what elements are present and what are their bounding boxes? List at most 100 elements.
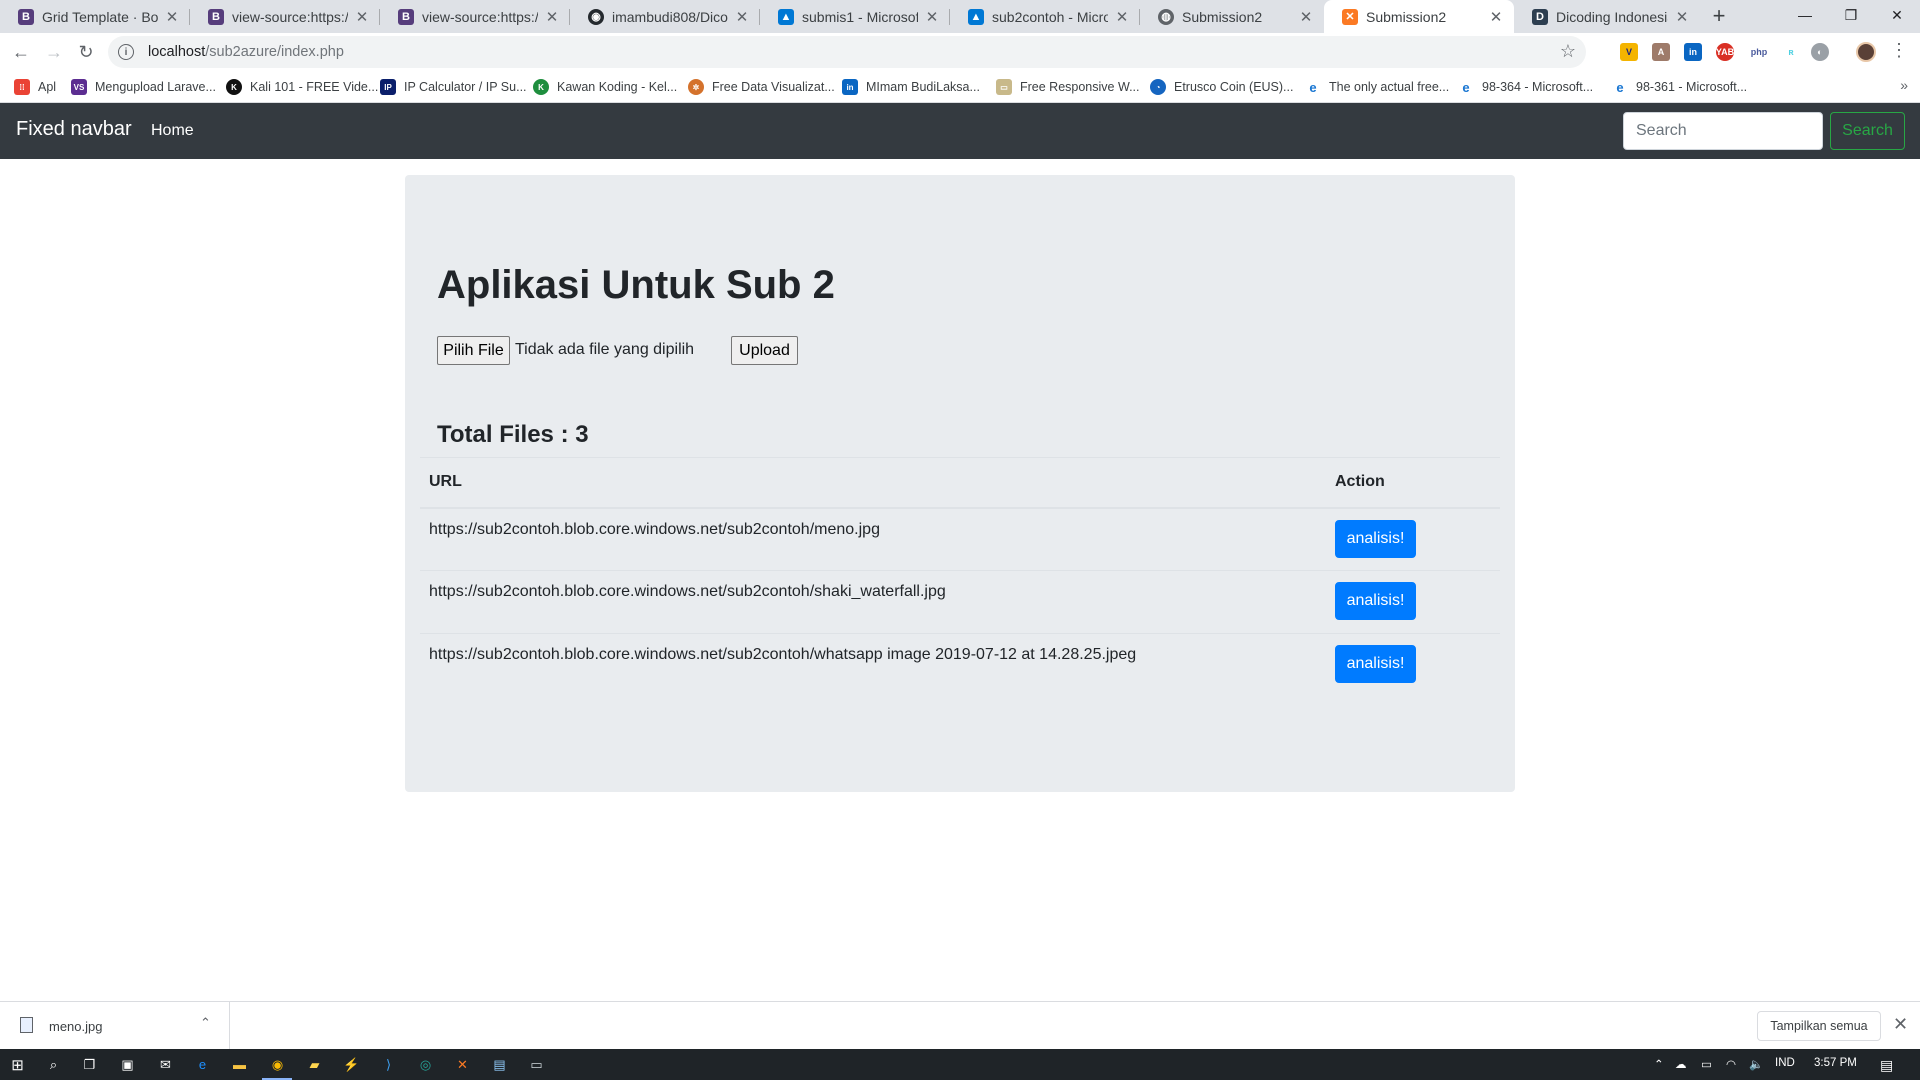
nav-link-home[interactable]: Home xyxy=(151,122,194,140)
minimize-icon[interactable]: — xyxy=(1782,0,1828,33)
navbar-brand[interactable]: Fixed navbar xyxy=(16,118,132,141)
tray-chevron-icon[interactable]: ⌃ xyxy=(1654,1057,1664,1071)
tab-3[interactable]: ◉ imambudi808/Dicoding ✕ xyxy=(570,0,760,33)
close-shelf-icon[interactable]: ✕ xyxy=(1893,1014,1908,1035)
show-all-downloads-button[interactable]: Tampilkan semua xyxy=(1757,1011,1881,1041)
close-icon[interactable]: ✕ xyxy=(1114,8,1130,26)
language-indicator[interactable]: IND xyxy=(1775,1057,1795,1069)
download-item[interactable]: meno.jpg ⌃ xyxy=(0,1002,230,1049)
battery-icon[interactable]: ▭ xyxy=(1701,1057,1712,1071)
bookmark-4[interactable]: K Kawan Koding - Kel... xyxy=(533,78,677,96)
close-icon[interactable]: ✕ xyxy=(734,8,750,26)
linkedin-extension-icon[interactable]: in xyxy=(1684,43,1702,61)
bookmark-10[interactable]: e 98-364 - Microsoft... xyxy=(1458,78,1593,96)
bookmark-3[interactable]: IP IP Calculator / IP Su... xyxy=(380,78,527,96)
notifications-icon[interactable]: ▤ xyxy=(1880,1057,1893,1074)
close-icon[interactable]: ✕ xyxy=(544,8,560,26)
menu-kebab-icon[interactable]: ⋮ xyxy=(1890,40,1908,61)
column-header-url: URL xyxy=(420,457,1326,509)
upload-button[interactable]: Upload xyxy=(731,336,798,365)
bookmark-1[interactable]: VS Mengupload Larave... xyxy=(71,78,216,96)
store-icon[interactable]: ▣ xyxy=(118,1055,137,1074)
close-icon[interactable]: ✕ xyxy=(924,8,940,26)
pdf-extension-icon[interactable]: A xyxy=(1652,43,1670,61)
wifi-icon[interactable]: ◠ xyxy=(1726,1057,1736,1071)
choose-file-button[interactable]: Pilih File xyxy=(437,336,510,365)
tab-strip: B Grid Template · Bootstr ✕ B view-sourc… xyxy=(0,0,1920,33)
close-icon[interactable]: ✕ xyxy=(354,8,370,26)
tab-8[interactable]: D Dicoding Indonesia ✕ xyxy=(1514,0,1700,33)
search-button[interactable]: Search xyxy=(1830,112,1905,150)
yab-extension-icon[interactable]: YAB xyxy=(1716,43,1734,61)
task-view-icon[interactable]: ❐ xyxy=(80,1055,99,1074)
tab-7-active[interactable]: ✕ Submission2 ✕ xyxy=(1324,0,1514,33)
windows-taskbar: ⊞ ⌕ ❐ ▣ ✉ e ▬ ◉ ▰ ⚡ ⟩ ◎ ✕ ▤ ▭ ⌃ ☁ ▭ ◠ 🔈 … xyxy=(0,1049,1920,1080)
volume-icon[interactable]: 🔈 xyxy=(1749,1057,1763,1071)
bookmark-6[interactable]: in MImam BudiLaksa... xyxy=(842,78,980,96)
analyze-button[interactable]: analisis! xyxy=(1335,645,1416,683)
forward-icon[interactable]: → xyxy=(40,38,68,66)
back-icon[interactable]: ← xyxy=(7,38,35,66)
clock[interactable]: 3:57 PM xyxy=(1814,1057,1857,1069)
shield-extension-icon[interactable]: ◐ xyxy=(1811,43,1829,61)
tab-6[interactable]: ◍ Submission2 ✕ xyxy=(1140,0,1324,33)
examtopics-icon: e xyxy=(1612,79,1628,95)
bookmark-7[interactable]: ▭ Free Responsive W... xyxy=(996,78,1140,96)
file-explorer-icon[interactable]: ▬ xyxy=(230,1055,249,1074)
bookmark-label: MImam BudiLaksa... xyxy=(866,80,980,94)
app-icon[interactable]: ◎ xyxy=(416,1055,435,1074)
php-extension-icon[interactable]: php xyxy=(1748,43,1770,61)
tab-0[interactable]: B Grid Template · Bootstr ✕ xyxy=(0,0,190,33)
search-icon[interactable]: ⌕ xyxy=(44,1055,63,1074)
tab-1[interactable]: B view-source:https://get ✕ xyxy=(190,0,380,33)
tab-4[interactable]: ▲ submis1 - Microsoft Az ✕ xyxy=(760,0,950,33)
analyze-button[interactable]: analisis! xyxy=(1335,582,1416,620)
xampp-taskbar-icon[interactable]: ✕ xyxy=(453,1055,472,1074)
reload-icon[interactable]: ↻ xyxy=(72,38,100,66)
kawankoding-icon: K xyxy=(533,79,549,95)
site-navbar: Fixed navbar Home Search xyxy=(0,103,1920,159)
address-bar[interactable]: i localhost/sub2azure/index.php ☆ xyxy=(108,36,1586,68)
windows-start-icon[interactable]: ⊞ xyxy=(8,1055,27,1074)
bookmark-apps[interactable]: ⁞⁞ Apl xyxy=(14,78,56,96)
analyze-button[interactable]: analisis! xyxy=(1335,519,1416,558)
close-icon[interactable]: ✕ xyxy=(1298,8,1314,26)
window-close-icon[interactable]: ✕ xyxy=(1874,0,1920,33)
action-cell: analisis! xyxy=(1326,507,1500,571)
close-icon[interactable]: ✕ xyxy=(164,8,180,26)
python-icon[interactable]: ⚡ xyxy=(342,1055,361,1074)
bookmark-star-icon[interactable]: ☆ xyxy=(1560,41,1576,62)
bookmarks-overflow-icon[interactable]: » xyxy=(1900,77,1908,93)
bookmark-5[interactable]: ✲ Free Data Visualizat... xyxy=(688,78,835,96)
profile-avatar[interactable] xyxy=(1856,42,1876,62)
file-url: https://sub2contoh.blob.core.windows.net… xyxy=(420,507,1326,571)
bookmark-2[interactable]: K Kali 101 - FREE Vide... xyxy=(226,78,378,96)
close-icon[interactable]: ✕ xyxy=(1674,8,1690,26)
address-url[interactable]: localhost/sub2azure/index.php xyxy=(148,44,344,60)
vim-extension-icon[interactable]: V xyxy=(1620,43,1638,61)
tab-title: imambudi808/Dicoding xyxy=(612,8,728,25)
terminal-icon[interactable]: ▭ xyxy=(527,1055,546,1074)
tab-5[interactable]: ▲ sub2contoh - Microsof ✕ xyxy=(950,0,1140,33)
ip-icon: IP xyxy=(380,79,396,95)
tab-2[interactable]: B view-source:https://get ✕ xyxy=(380,0,570,33)
restore-icon[interactable]: ❐ xyxy=(1828,0,1874,33)
sticky-notes-icon[interactable]: ▰ xyxy=(305,1055,324,1074)
edge-icon[interactable]: e xyxy=(193,1055,212,1074)
mail-icon[interactable]: ✉ xyxy=(156,1055,175,1074)
close-icon[interactable]: ✕ xyxy=(1488,8,1504,26)
table-row: https://sub2contoh.blob.core.windows.net… xyxy=(420,507,1500,571)
site-info-icon[interactable]: i xyxy=(118,44,134,60)
github-icon: ◉ xyxy=(588,8,604,25)
new-tab-button[interactable]: + xyxy=(1706,4,1732,30)
notepad-icon[interactable]: ▤ xyxy=(490,1055,509,1074)
onedrive-icon[interactable]: ☁ xyxy=(1675,1057,1687,1071)
bookmark-11[interactable]: e 98-361 - Microsoft... xyxy=(1612,78,1747,96)
wappalyzer-extension-icon[interactable]: ʀ xyxy=(1782,43,1800,61)
search-input[interactable] xyxy=(1623,112,1823,150)
chrome-icon[interactable]: ◉ xyxy=(268,1055,287,1074)
vscode-icon[interactable]: ⟩ xyxy=(379,1055,398,1074)
chevron-up-icon[interactable]: ⌃ xyxy=(200,1015,211,1031)
bookmark-8[interactable]: ◔ Etrusco Coin (EUS)... xyxy=(1150,78,1293,96)
bookmark-9[interactable]: e The only actual free... xyxy=(1305,78,1449,96)
